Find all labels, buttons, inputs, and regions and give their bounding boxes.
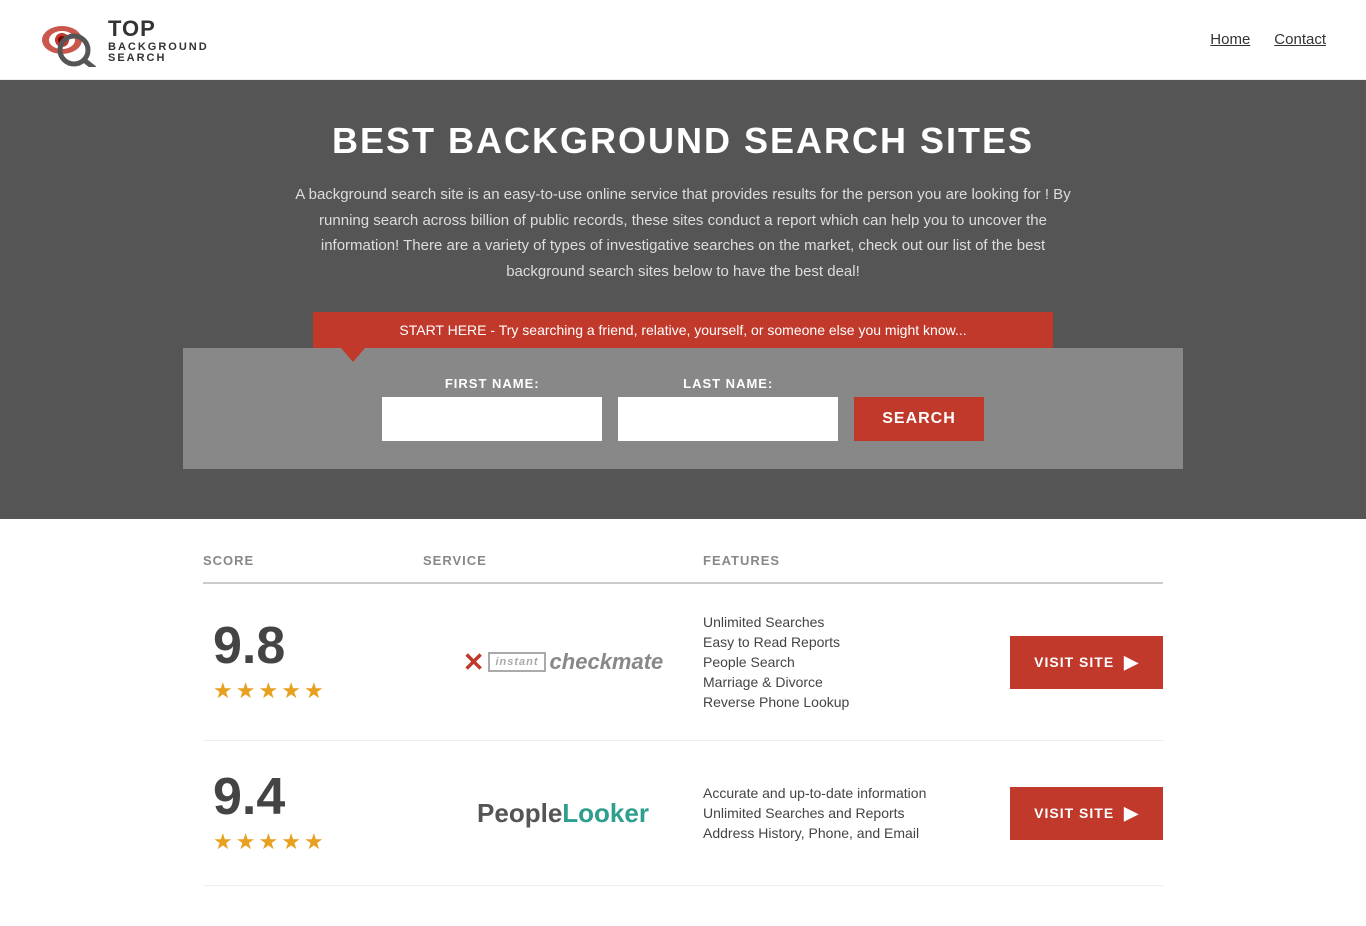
logo-icon — [40, 12, 100, 67]
search-form-container: FIRST NAME: LAST NAME: SEARCH — [183, 348, 1183, 469]
feature-1-2: Easy to Read Reports — [703, 634, 849, 650]
feature-1-5: Reverse Phone Lookup — [703, 694, 849, 710]
visit-btn-2-label: VISIT SITE — [1034, 805, 1114, 821]
stars-1: ★ ★ ★ ★ ★ — [213, 678, 324, 704]
feature-1-4: Marriage & Divorce — [703, 674, 849, 690]
features-col-1: Unlimited Searches Easy to Read Reports … — [703, 614, 849, 710]
logo: TOP BACKGROUND SEARCH — [40, 12, 209, 67]
last-name-group: LAST NAME: — [618, 376, 838, 441]
feature-2-2: Unlimited Searches and Reports — [703, 805, 926, 821]
feature-1-3: People Search — [703, 654, 849, 670]
table-header: SCORE SERVICE FEATURES — [203, 539, 1163, 584]
feature-2-3: Address History, Phone, and Email — [703, 825, 926, 841]
search-form: FIRST NAME: LAST NAME: SEARCH — [203, 376, 1163, 441]
nav-contact[interactable]: Contact — [1274, 31, 1326, 48]
first-name-label: FIRST NAME: — [382, 376, 602, 391]
feature-1-1: Unlimited Searches — [703, 614, 849, 630]
first-name-group: FIRST NAME: — [382, 376, 602, 441]
hero-title: BEST BACKGROUND SEARCH SITES — [20, 120, 1346, 162]
header-service: SERVICE — [423, 553, 703, 568]
stars-2: ★ ★ ★ ★ ★ — [213, 829, 324, 855]
features-visit-2: Accurate and up-to-date information Unli… — [703, 785, 1163, 841]
service-col-2: PeopleLooker — [423, 798, 703, 829]
star-5: ★ — [304, 678, 324, 704]
features-col-2: Accurate and up-to-date information Unli… — [703, 785, 926, 841]
header-score: SCORE — [203, 553, 423, 568]
star-3: ★ — [258, 678, 278, 704]
logo-sub1: BACKGROUND — [108, 42, 209, 53]
score-col-2: 9.4 ★ ★ ★ ★ ★ — [203, 771, 423, 855]
feature-2-1: Accurate and up-to-date information — [703, 785, 926, 801]
visit-btn-1[interactable]: VISIT SITE ▶ — [1010, 636, 1163, 689]
table-row: 9.8 ★ ★ ★ ★ ★ ✕ instant checkmate Unlimi… — [203, 584, 1163, 741]
features-visit-1: Unlimited Searches Easy to Read Reports … — [703, 614, 1163, 710]
star-3: ★ — [258, 829, 278, 855]
score-2: 9.4 — [213, 771, 285, 823]
hero-description: A background search site is an easy-to-u… — [293, 182, 1073, 284]
star-5: ★ — [304, 829, 324, 855]
table-row: 9.4 ★ ★ ★ ★ ★ PeopleLooker Accurate and … — [203, 741, 1163, 886]
star-4: ★ — [281, 829, 301, 855]
last-name-label: LAST NAME: — [618, 376, 838, 391]
logo-text: TOP BACKGROUND SEARCH — [108, 16, 209, 64]
x-icon: ✕ — [463, 647, 485, 678]
score-col-1: 9.8 ★ ★ ★ ★ ★ — [203, 620, 423, 704]
first-name-input[interactable] — [382, 397, 602, 441]
star-1: ★ — [213, 678, 233, 704]
results-section: SCORE SERVICE FEATURES 9.8 ★ ★ ★ ★ ★ ✕ i… — [183, 539, 1183, 926]
logo-sub2: SEARCH — [108, 53, 209, 64]
star-1: ★ — [213, 829, 233, 855]
people-label: People — [477, 798, 562, 828]
star-4: ★ — [281, 678, 301, 704]
search-banner: START HERE - Try searching a friend, rel… — [313, 312, 1053, 348]
main-nav: Home Contact — [1210, 31, 1326, 48]
last-name-input[interactable] — [618, 397, 838, 441]
banner-text: START HERE - Try searching a friend, rel… — [399, 322, 966, 338]
hero-section: BEST BACKGROUND SEARCH SITES A backgroun… — [0, 80, 1366, 519]
service-col-1: ✕ instant checkmate — [423, 647, 703, 678]
peoplelooker-logo: PeopleLooker — [477, 798, 649, 829]
score-1: 9.8 — [213, 620, 285, 672]
search-button[interactable]: SEARCH — [854, 397, 984, 441]
visit-btn-1-label: VISIT SITE — [1034, 654, 1114, 670]
star-2: ★ — [236, 829, 256, 855]
arrow-icon-1: ▶ — [1124, 652, 1139, 673]
header-features: FEATURES — [703, 553, 1163, 568]
visit-btn-2[interactable]: VISIT SITE ▶ — [1010, 787, 1163, 840]
looker-label: Looker — [562, 798, 649, 828]
arrow-icon-2: ▶ — [1124, 803, 1139, 824]
nav-home[interactable]: Home — [1210, 31, 1250, 48]
header: TOP BACKGROUND SEARCH Home Contact — [0, 0, 1366, 80]
instant-label: instant — [488, 652, 545, 672]
checkmate-label: checkmate — [550, 649, 664, 675]
checkmate-logo: ✕ instant checkmate — [463, 647, 664, 678]
star-2: ★ — [236, 678, 256, 704]
logo-top: TOP — [108, 16, 156, 41]
